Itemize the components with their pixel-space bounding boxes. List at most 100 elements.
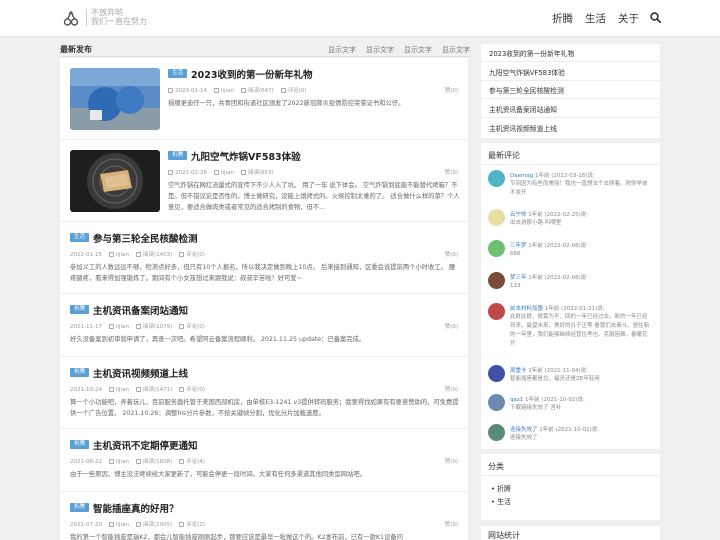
nav-item-about[interactable]: 关于 xyxy=(618,11,639,26)
post-comments[interactable]: 评论(0) xyxy=(186,252,205,258)
site-tagline: 不放弃哟 我们一直在努力 xyxy=(91,8,147,26)
recent-post-link[interactable]: 主机资讯备案闭站通知 xyxy=(489,104,557,114)
user-icon xyxy=(108,522,114,527)
post-author[interactable]: lijian xyxy=(116,522,129,528)
post-author[interactable]: lijian xyxy=(116,252,129,258)
comment-text[interactable]: 连接失效了 xyxy=(510,434,652,443)
category-badge[interactable]: 折腾 xyxy=(70,503,90,512)
post-card: 生活 参与第三轮全民核酸检测 2022-01-15 lijian 阅读(1403… xyxy=(60,222,468,293)
post-title[interactable]: 九阳空气炸锅VF583体验 xyxy=(191,149,301,163)
category-badge[interactable]: 生活 xyxy=(70,233,90,242)
comment-author[interactable]: 三年梦 xyxy=(510,243,527,249)
recent-post-link[interactable]: 参与第三轮全民核酸检测 xyxy=(489,85,564,95)
comment-text[interactable]: 节间因为有些而美丽！我也一直想法个去爬着。祝你早体不发开 xyxy=(510,180,652,198)
avatar[interactable] xyxy=(488,365,505,382)
post-thumbnail[interactable] xyxy=(70,68,160,130)
comment-author[interactable]: qaz1 xyxy=(510,397,523,403)
filter-tab-3[interactable]: 显示文字 xyxy=(404,45,432,55)
avatar[interactable] xyxy=(488,424,505,441)
post-comments[interactable]: 评论(0) xyxy=(186,387,205,393)
post-author[interactable]: lijian xyxy=(116,459,129,465)
post-excerpt: 参加义工的人数远远不够，检测点好多，但只有10个人报名，所以我决定做到晚上10点… xyxy=(70,264,456,282)
avatar[interactable] xyxy=(488,240,505,257)
like-button[interactable]: 赞(0) xyxy=(445,385,458,393)
category-link-tinker[interactable]: • 折腾 xyxy=(491,483,511,493)
user-icon xyxy=(213,88,219,93)
filter-tab-4[interactable]: 显示文字 xyxy=(442,45,470,55)
logo-icon[interactable] xyxy=(63,9,79,27)
like-button[interactable]: 赞(0) xyxy=(445,520,458,528)
comment-author[interactable]: 前本材料加盟 xyxy=(510,306,543,312)
search-icon[interactable] xyxy=(650,12,661,23)
post-title[interactable]: 智能插座真的好用？ xyxy=(93,501,179,515)
like-button[interactable]: 赞(0) xyxy=(445,250,458,258)
comment-author[interactable]: 周重卡 xyxy=(510,368,527,374)
comment-text[interactable]: 此财此财、很黄为不、回的一年已经过去。新的一年已经到来。最望未来，美好的日子正等… xyxy=(510,313,652,349)
category-badge[interactable]: 折腾 xyxy=(70,440,90,449)
comment-author[interactable]: Daemag xyxy=(510,173,533,179)
avatar[interactable] xyxy=(488,170,505,187)
recent-post-link[interactable]: 2023收到的第一份新年礼物 xyxy=(489,48,574,58)
post-author[interactable]: lijian xyxy=(116,387,129,393)
sidebar-stats: 网站统计 xyxy=(481,526,660,540)
comment-header: 梦三年 1年前 (2022-02-08)说: xyxy=(510,273,588,281)
like-button[interactable]: 赞(0) xyxy=(445,168,458,176)
post-title[interactable]: 2023收到的第一份新年礼物 xyxy=(191,67,312,81)
divider xyxy=(481,475,660,476)
category-badge[interactable]: 折腾 xyxy=(70,305,90,314)
category-link-life[interactable]: • 生活 xyxy=(491,496,511,506)
filter-tab-2[interactable]: 显示文字 xyxy=(366,45,394,55)
category-badge[interactable]: 折腾 xyxy=(70,368,90,377)
post-title[interactable]: 主机资讯视频频道上线 xyxy=(93,366,188,380)
post-title[interactable]: 参与第三轮全民核酸检测 xyxy=(93,231,198,245)
logo-divider xyxy=(86,9,87,26)
post-comments[interactable]: 评论(0) xyxy=(186,324,205,330)
section-title: 最新发布 xyxy=(60,45,92,54)
post-author[interactable]: lijian xyxy=(221,170,234,176)
post-excerpt: 由于一些原因，博主没法继续给大家更新了，可能会停更一段时间。大家有任何多渠道其他… xyxy=(70,471,366,478)
category-badge[interactable]: 生活 xyxy=(168,69,188,78)
avatar[interactable] xyxy=(488,303,505,320)
post-title[interactable]: 主机资讯不定期停更通知 xyxy=(93,438,198,452)
tagline-line-1: 不放弃哟 xyxy=(91,8,123,17)
comment-icon xyxy=(179,324,185,329)
comment-text[interactable]: 出去游那小路 叫哪里 xyxy=(510,219,652,228)
like-button[interactable]: 赞(0) xyxy=(445,457,458,465)
comment-time: 1年前 (2021-11-04)说: xyxy=(526,368,589,374)
filter-tab-1[interactable]: 显示文字 xyxy=(328,45,356,55)
comment-text[interactable]: 666 xyxy=(510,250,652,259)
comment-header: 云宁帅 1年前 (2022-02-25)说: xyxy=(510,210,588,218)
post-meta: 2022-02-26 lijian 阅读(653) xyxy=(168,168,274,176)
comment-time: 1年前 (2022-02-25)说: xyxy=(526,212,589,218)
comment-author[interactable]: 梦三年 xyxy=(510,275,527,281)
comment-text[interactable]: 智能插座都是垃，福灵还是ZE年轻用 xyxy=(510,375,652,384)
post-comments[interactable]: 评论(2) xyxy=(186,522,205,528)
avatar[interactable] xyxy=(488,394,505,411)
post-title[interactable]: 主机资讯备案闭站通知 xyxy=(93,303,188,317)
recent-post-link[interactable]: 主机资讯视频频道上线 xyxy=(489,123,557,133)
post-comments[interactable]: 评论(0) xyxy=(288,88,307,94)
comment-author[interactable]: 云宁帅 xyxy=(510,212,527,218)
eye-icon xyxy=(135,324,141,329)
avatar[interactable] xyxy=(488,209,505,226)
post-author[interactable]: lijian xyxy=(116,324,129,330)
post-card: 折腾 智能插座真的好用？ 2021-07-20 lijian 阅读(1905) … xyxy=(60,492,468,540)
category-label: 生活 xyxy=(497,498,511,506)
post-author[interactable]: lijian xyxy=(221,88,234,94)
comment-text[interactable]: 123 xyxy=(510,282,652,291)
avatar[interactable] xyxy=(488,272,505,289)
recent-post-link[interactable]: 九阳空气炸锅VF583体验 xyxy=(489,67,565,77)
comment-text[interactable]: 下载链接失效了 咨补 xyxy=(510,404,652,413)
like-button[interactable]: 赞(0) xyxy=(445,86,458,94)
post-card: 折腾 主机资讯不定期停更通知 2021-08-22 lijian 阅读(1808… xyxy=(60,429,468,491)
comment-time: 1年前 (2022-02-08)说: xyxy=(526,275,589,281)
post-thumbnail[interactable] xyxy=(70,150,160,212)
category-badge[interactable]: 折腾 xyxy=(168,151,188,160)
like-button[interactable]: 赞(0) xyxy=(445,322,458,330)
nav-item-tinker[interactable]: 折腾 xyxy=(552,11,573,26)
post-date: 2021-08-22 xyxy=(70,459,102,465)
comment-author[interactable]: 连接失效了 xyxy=(510,427,538,433)
post-comments[interactable]: 评论(4) xyxy=(186,459,205,465)
eye-icon xyxy=(135,387,141,392)
nav-item-life[interactable]: 生活 xyxy=(585,11,606,26)
